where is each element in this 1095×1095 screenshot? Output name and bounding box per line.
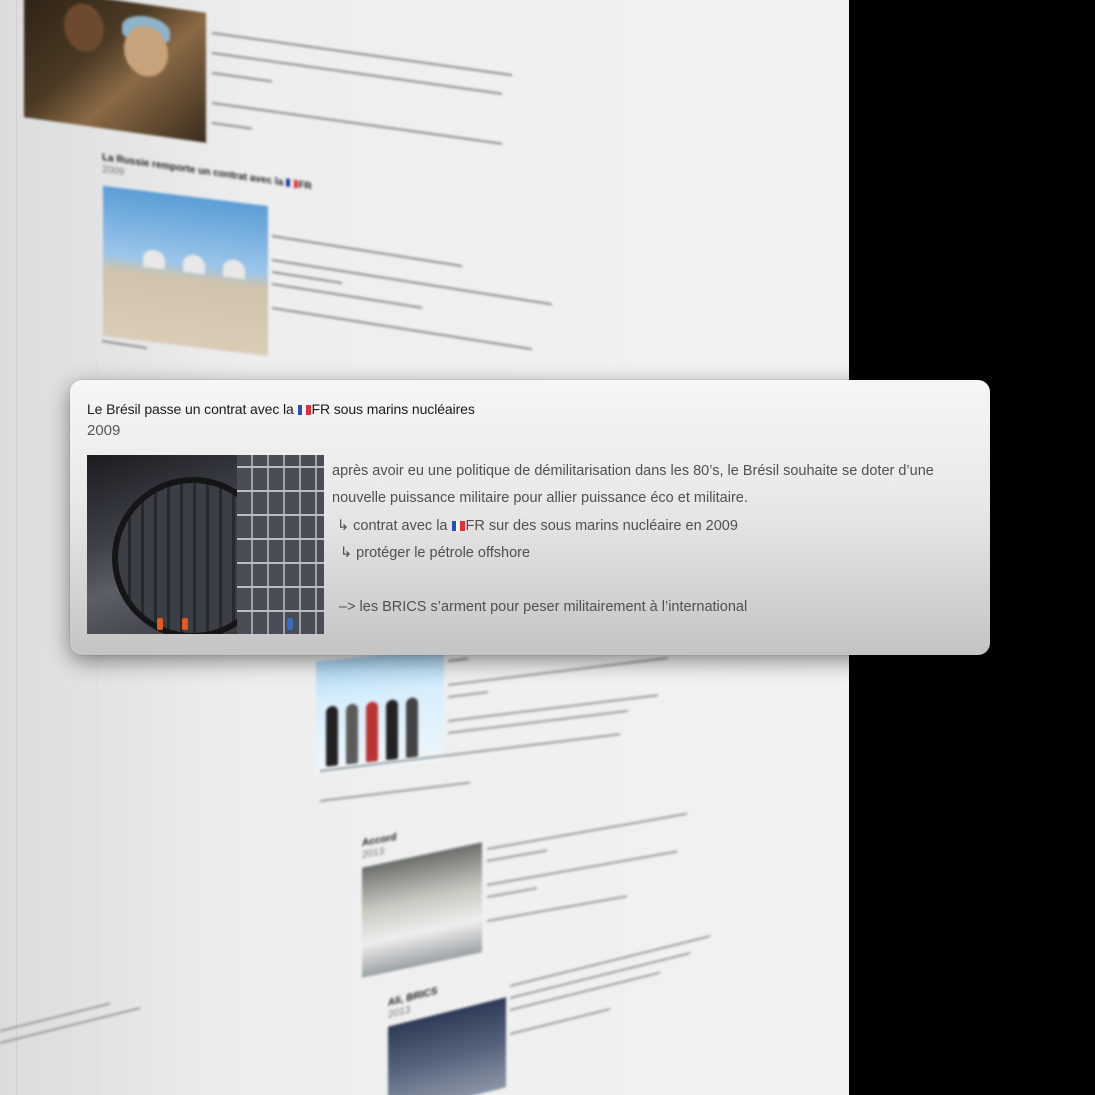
body-line: nouvelle puissance militaire pour allier… (332, 490, 748, 507)
bullet-line: ↳ contrat avec la FR sur des sous marins… (332, 513, 972, 540)
leaders-photo (24, 0, 206, 143)
conclusion-line: –> les BRICS s’arment pour peser militai… (339, 599, 748, 616)
car-photo (362, 842, 482, 978)
background-paragraph (272, 235, 552, 353)
bullet-line: ↳ protéger le pétrole offshore (340, 544, 531, 561)
page-margin-line (16, 0, 17, 1095)
card-body: après avoir eu une politique de démilita… (332, 458, 972, 621)
nuclear-plant-photo (103, 185, 268, 357)
french-flag-icon (297, 402, 311, 415)
background-paragraph (0, 995, 140, 1044)
background-paragraph (212, 32, 512, 172)
focused-note-card[interactable]: Le Brésil passe un contrat avec la FR so… (70, 380, 990, 655)
submarine-construction-photo (87, 455, 324, 634)
background-section-heading: Accord 2013 (362, 832, 396, 863)
card-title: Le Brésil passe un contrat avec la FR so… (87, 401, 475, 417)
background-paragraph (487, 812, 687, 922)
french-flag-icon (451, 514, 465, 531)
background-line (102, 340, 147, 350)
body-line: après avoir eu une politique de démilita… (332, 463, 934, 479)
card-year: 2009 (87, 422, 121, 439)
brics-leaders-photo (316, 648, 444, 774)
background-paragraph (510, 935, 710, 1035)
